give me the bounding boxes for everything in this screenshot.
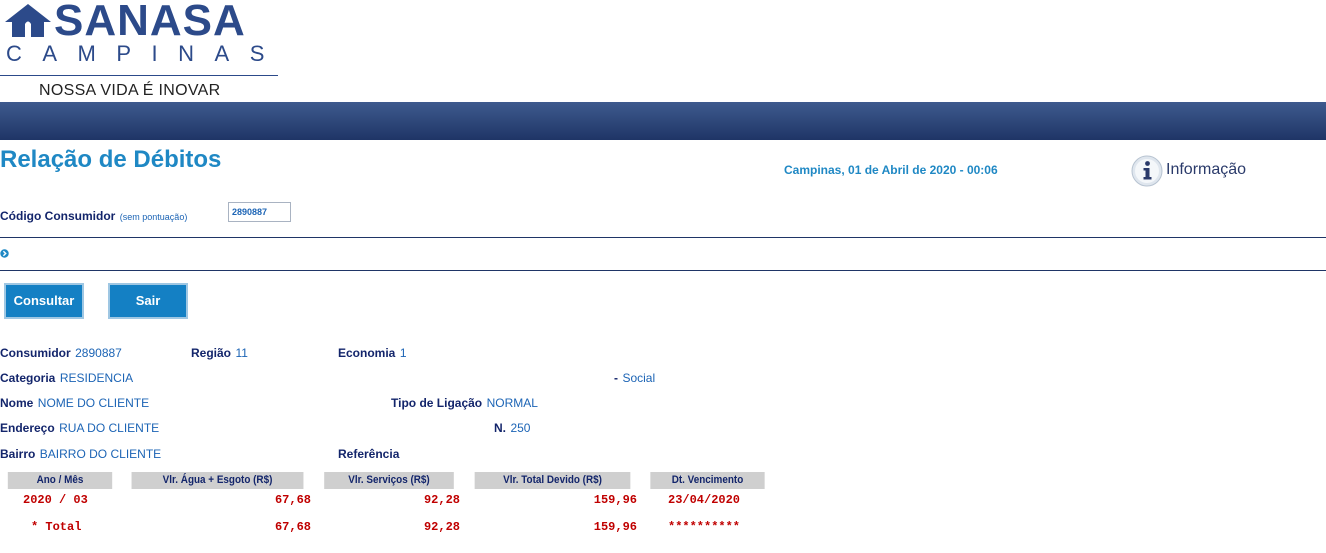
divider-top — [0, 237, 1326, 238]
nome-label: Nome — [0, 396, 34, 410]
endereco-value: RUA DO CLIENTE — [59, 421, 160, 435]
column-header-ano-mes: Ano / Mês — [7, 472, 113, 489]
logo-wordmark: SANASA — [54, 0, 246, 45]
social-value: Social — [622, 371, 656, 385]
logo-city: CAMPINAS — [6, 41, 285, 66]
regiao-label: Região — [191, 346, 232, 360]
column-header-servicos: Vlr. Serviços (R$) — [324, 472, 454, 489]
code-label: Código Consumidor — [0, 209, 116, 223]
regiao-field: Região 11 — [191, 344, 248, 362]
consumidor-value: 2890887 — [75, 346, 122, 360]
referencia-label: Referência — [338, 447, 400, 461]
tipo-ligacao-field: Tipo de Ligação NORMAL — [391, 394, 538, 412]
social-dash: - — [614, 371, 618, 385]
economia-label: Economia — [338, 346, 396, 360]
page-title: Relação de Débitos — [0, 146, 222, 173]
info-icon[interactable] — [1131, 155, 1163, 187]
table-cell-agua-esgoto: 67,68 — [274, 493, 311, 507]
social-field: - Social — [614, 369, 655, 387]
column-header-total-devido: Vlr. Total Devido (R$) — [474, 472, 631, 489]
table-cell-vencimento: 23/04/2020 — [668, 493, 741, 507]
total-cell-agua-esgoto: 67,68 — [274, 520, 311, 534]
total-cell-vencimento: ********** — [668, 520, 741, 534]
economia-value: 1 — [399, 346, 407, 360]
logo-slogan: NOSSA VIDA É INOVAR — [39, 82, 221, 99]
bairro-label: Bairro — [0, 447, 36, 461]
tipo-ligacao-value: NORMAL — [486, 396, 538, 410]
consultar-button[interactable]: Consultar — [4, 283, 84, 319]
numero-value: 250 — [510, 421, 531, 435]
numero-field: N. 250 — [494, 419, 530, 437]
endereco-field: Endereço RUA DO CLIENTE — [0, 419, 159, 437]
table-cell-servicos: 92,28 — [423, 493, 460, 507]
column-header-vencimento: Dt. Vencimento — [650, 472, 765, 489]
total-cell-servicos: 92,28 — [423, 520, 460, 534]
code-label-group: Código Consumidor (sem pontuação) — [0, 207, 187, 225]
nome-value: NOME DO CLIENTE — [37, 396, 150, 410]
total-cell-total-devido: 159,96 — [593, 520, 637, 534]
divider-bottom — [0, 270, 1326, 271]
header-banner — [0, 102, 1326, 140]
categoria-value: RESIDENCIA — [59, 371, 134, 385]
tipo-ligacao-label: Tipo de Ligação — [391, 396, 483, 410]
logo-divider — [0, 75, 278, 76]
total-row-label: * Total — [31, 520, 82, 534]
house-logo-icon — [5, 4, 51, 37]
economia-field: Economia 1 — [338, 344, 407, 362]
numero-label: N. — [494, 421, 506, 435]
bairro-field: Bairro BAIRRO DO CLIENTE — [0, 445, 161, 463]
endereco-label: Endereço — [0, 421, 55, 435]
categoria-label: Categoria — [0, 371, 56, 385]
code-hint: (sem pontuação) — [119, 212, 188, 222]
consumidor-label: Consumidor — [0, 346, 71, 360]
consumidor-field: Consumidor 2890887 — [0, 344, 122, 362]
arrow-bullet-icon — [0, 249, 9, 258]
info-link[interactable]: Informação — [1166, 161, 1246, 179]
referencia-field: Referência — [338, 445, 399, 463]
nome-field: Nome NOME DO CLIENTE — [0, 394, 149, 412]
sair-button[interactable]: Sair — [108, 283, 188, 319]
bairro-value: BAIRRO DO CLIENTE — [39, 447, 162, 461]
regiao-value: 11 — [235, 346, 248, 360]
table-cell-ano-mes: 2020 / 03 — [23, 493, 88, 507]
table-cell-total-devido: 159,96 — [593, 493, 637, 507]
consumer-code-input[interactable] — [228, 202, 291, 222]
column-header-agua-esgoto: Vlr. Água + Esgoto (R$) — [131, 472, 304, 489]
date-stamp: Campinas, 01 de Abril de 2020 - 00:06 — [784, 163, 998, 177]
categoria-field: Categoria RESIDENCIA — [0, 369, 133, 387]
